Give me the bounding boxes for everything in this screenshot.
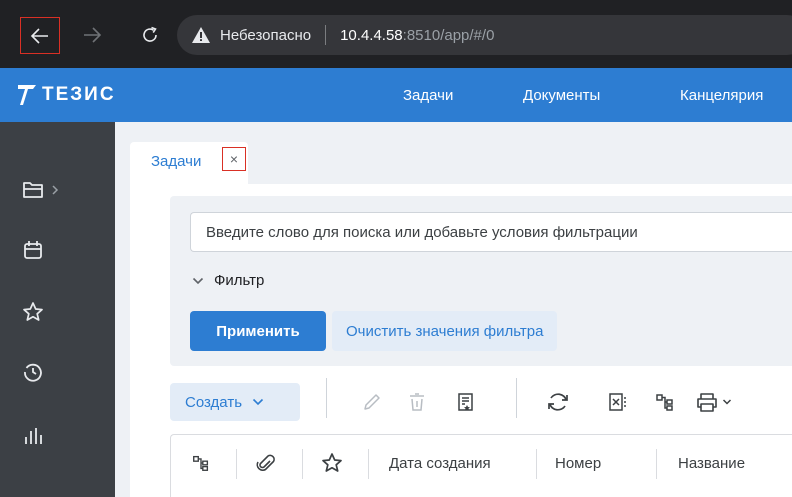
delete-button[interactable] — [402, 387, 432, 417]
forward-button[interactable] — [74, 17, 110, 53]
column-hierarchy[interactable] — [191, 447, 211, 479]
filter-toggle-label: Фильтр — [214, 272, 265, 289]
close-icon: × — [229, 151, 239, 167]
address-separator — [325, 25, 327, 45]
address-bar[interactable]: Небезопасно 10.4.4.58:8510/app/#/0 — [177, 15, 792, 55]
arrow-right-icon — [84, 27, 102, 43]
column-separator — [236, 449, 237, 479]
url-path: :8510/app/#/0 — [402, 26, 495, 44]
document-star-icon — [458, 393, 473, 411]
task-list-button[interactable] — [450, 387, 480, 417]
url-host: 10.4.4.58 — [340, 26, 403, 44]
column-separator — [656, 449, 657, 479]
printer-icon — [696, 393, 717, 412]
sidebar-item-reports[interactable] — [22, 418, 82, 454]
paperclip-icon — [256, 454, 275, 471]
pencil-icon — [364, 394, 380, 410]
toolbar-separator — [326, 378, 327, 418]
create-button[interactable]: Создать — [170, 383, 300, 421]
print-button[interactable] — [690, 387, 736, 417]
column-separator — [302, 449, 303, 479]
apply-filter-button[interactable]: Применить — [190, 311, 326, 351]
bar-chart-icon — [25, 428, 42, 444]
sidebar-item-favorites[interactable] — [22, 294, 82, 330]
hierarchy-icon — [193, 455, 209, 471]
grid-header: Дата создания Номер Название — [170, 434, 792, 497]
chevron-down-icon — [722, 399, 731, 405]
search-input[interactable] — [190, 212, 792, 252]
chevron-down-icon — [192, 277, 204, 284]
reload-button[interactable] — [132, 17, 168, 53]
tab-label: Задачи — [151, 153, 202, 170]
column-attachments[interactable] — [256, 447, 276, 479]
clear-filter-button[interactable]: Очистить значения фильтра — [332, 311, 558, 351]
excel-export-button[interactable] — [603, 387, 633, 417]
app-header: ТЕЗИС Задачи Документы Канцелярия — [0, 68, 792, 122]
reload-icon — [143, 26, 157, 42]
chevron-down-icon — [252, 398, 264, 406]
hierarchy-button[interactable] — [650, 387, 680, 417]
create-button-label: Создать — [185, 393, 243, 411]
nav-tasks[interactable]: Задачи — [403, 68, 453, 122]
chevron-right-icon — [52, 185, 59, 195]
tab-close-button[interactable]: × — [222, 147, 246, 171]
warning-icon — [192, 27, 210, 43]
column-favorites[interactable] — [321, 447, 343, 479]
column-number[interactable]: Номер — [555, 447, 601, 479]
logo-text: ТЕЗИС — [42, 84, 116, 105]
sidebar-item-history[interactable] — [22, 354, 82, 390]
tezis-logo-icon — [18, 85, 36, 105]
column-created-date[interactable]: Дата создания — [389, 447, 491, 479]
column-separator — [368, 449, 369, 479]
sidebar-item-folders[interactable] — [22, 172, 82, 208]
edit-button[interactable] — [357, 387, 387, 417]
history-icon — [24, 363, 42, 382]
refresh-button[interactable] — [543, 387, 573, 417]
toolbar-separator — [516, 378, 517, 418]
hierarchy-icon — [656, 394, 673, 411]
insecure-label: Небезопасно — [220, 26, 312, 44]
nav-office[interactable]: Канцелярия — [680, 68, 763, 122]
star-icon — [23, 302, 43, 321]
sidebar — [0, 122, 115, 497]
app-logo[interactable]: ТЕЗИС — [17, 80, 116, 110]
sidebar-item-calendar[interactable] — [22, 232, 82, 268]
refresh-icon — [548, 393, 568, 411]
star-icon — [322, 453, 342, 472]
calendar-icon — [24, 241, 42, 259]
excel-icon — [609, 393, 626, 411]
back-button[interactable] — [20, 17, 60, 54]
column-separator — [536, 449, 537, 479]
trash-icon — [410, 393, 424, 411]
browser-toolbar: Небезопасно 10.4.4.58:8510/app/#/0 — [0, 0, 792, 68]
folder-icon — [23, 182, 43, 198]
column-title[interactable]: Название — [678, 447, 745, 479]
arrow-left-icon — [30, 27, 48, 44]
nav-documents[interactable]: Документы — [523, 68, 600, 122]
filter-toggle[interactable]: Фильтр — [192, 272, 264, 289]
